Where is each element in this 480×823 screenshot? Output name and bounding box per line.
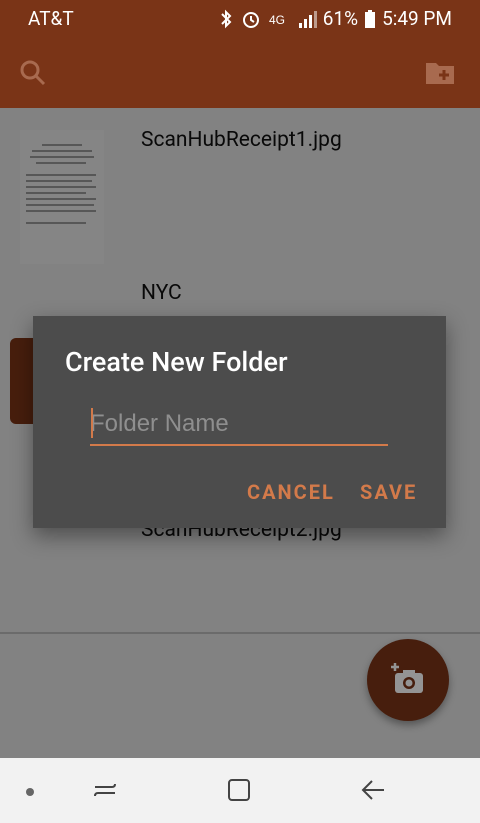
dialog-title: Create New Folder <box>65 346 288 378</box>
text-cursor <box>91 408 93 438</box>
navigation-bar <box>0 758 480 823</box>
search-icon[interactable] <box>18 58 48 88</box>
battery-percent: 61% <box>322 7 359 30</box>
carrier-label: AT&T <box>28 7 74 30</box>
save-button[interactable]: SAVE <box>360 480 417 504</box>
alarm-icon <box>241 9 261 29</box>
app-bar <box>0 36 480 108</box>
status-icons: 4G <box>219 9 317 29</box>
add-folder-icon[interactable] <box>424 58 456 86</box>
recent-dot-icon <box>26 788 34 796</box>
battery-icon <box>364 9 376 29</box>
clock-time: 5:49 PM <box>382 7 452 30</box>
lte-icon: 4G <box>269 9 289 29</box>
create-folder-dialog: Create New Folder CANCEL SAVE <box>33 316 446 528</box>
signal-icon <box>297 9 317 29</box>
folder-name-input[interactable] <box>90 404 388 446</box>
status-bar: AT&T 4G 61% 5:49 PM <box>0 0 480 36</box>
status-right: 4G 61% 5:49 PM <box>219 7 452 30</box>
svg-text:4G: 4G <box>269 13 285 27</box>
bluetooth-icon <box>219 9 233 29</box>
cancel-button[interactable]: CANCEL <box>247 480 335 504</box>
